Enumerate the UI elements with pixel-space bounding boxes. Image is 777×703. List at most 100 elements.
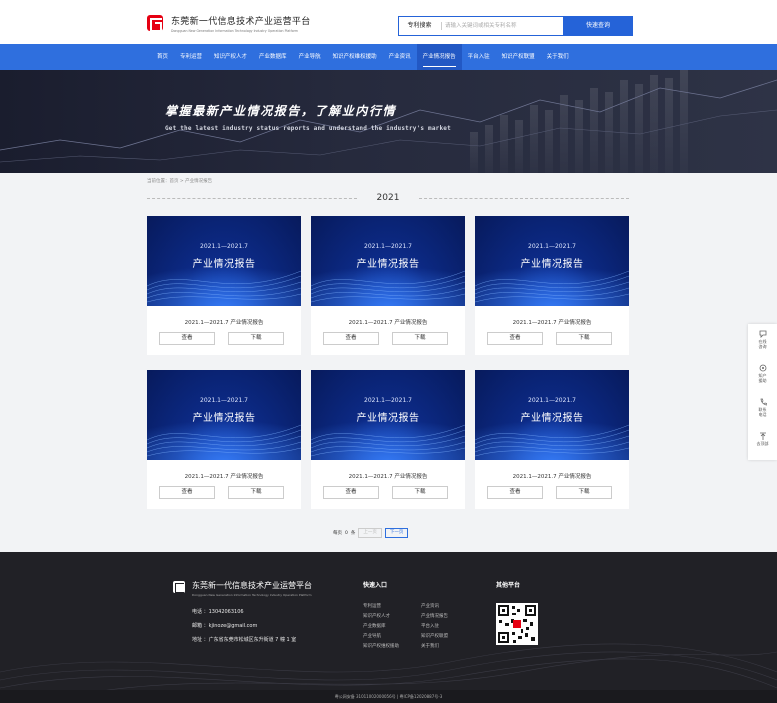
footer-address: 地址 ：广东省东莞市松城区东升街道 7 幢 1 室 [192,637,297,643]
quick-link[interactable]: 产业情况报告 [421,613,448,619]
view-button[interactable]: 查看 [323,486,379,499]
banner-subtitle: Get the latest industry status reports a… [165,125,451,132]
footer-phone: 电话 ：13042063106 [192,609,244,615]
banner: 掌握最新产业情况报告，了解业内行情 Get the latest industr… [0,70,777,173]
nav-item[interactable]: 首页 [151,44,174,70]
report-cover[interactable]: 2021.1—2021.7 产业情况报告 [475,216,629,306]
report-cover[interactable]: 2021.1—2021.7 产业情况报告 [147,216,301,306]
footer-brand-subtitle: Dongguan New Generation Information Tech… [192,593,312,597]
nav-item[interactable]: 知识产权维权援助 [327,44,383,70]
help-icon [759,364,766,372]
copyright: 粤公网安备 31011002000056号 | 粤ICP备12020887号-3 [0,690,777,703]
arrow-up-icon [759,432,766,440]
report-cover[interactable]: 2021.1—2021.7 产业情况报告 [311,370,465,460]
nav-item[interactable]: 产业数据库 [253,44,293,70]
cover-heading: 产业情况报告 [192,413,256,424]
other-platforms-heading: 其他平台 [496,582,521,589]
side-item[interactable]: 联系 电话 [748,392,777,426]
side-item[interactable]: 在线 咨询 [748,324,777,358]
search-category-select[interactable]: 专利搜索 [399,17,440,35]
nav-item[interactable]: 产业导航 [293,44,327,70]
report-card[interactable]: 2021.1—2021.7 产业情况报告 2021.1—2021.7 产业情况报… [311,370,465,509]
report-cover[interactable]: 2021.1—2021.7 产业情况报告 [147,370,301,460]
banner-background-graphic [0,70,777,173]
cover-period: 2021.1—2021.7 [364,243,412,250]
download-button[interactable]: 下载 [556,332,612,345]
pagination: 每页 0 条 上一页 下一页 [333,528,409,538]
view-button[interactable]: 查看 [487,332,543,345]
side-item-label: 在线 咨询 [758,339,767,349]
report-title[interactable]: 2021.1—2021.7 产业情况报告 [311,472,465,480]
report-card[interactable]: 2021.1—2021.7 产业情况报告 2021.1—2021.7 产业情况报… [475,216,629,355]
per-page-unit: 条 [350,531,356,536]
nav-item[interactable]: 专利运营 [174,44,208,70]
download-button[interactable]: 下载 [556,486,612,499]
report-title[interactable]: 2021.1—2021.7 产业情况报告 [147,472,301,480]
year-divider-right [419,198,629,199]
download-button[interactable]: 下载 [392,332,448,345]
report-card[interactable]: 2021.1—2021.7 产业情况报告 2021.1—2021.7 产业情况报… [147,370,301,509]
footer-brand-title: 东莞新一代信息技术产业运营平台 [192,581,312,590]
quick-link[interactable]: 平台入驻 [421,623,439,629]
quick-entry-heading: 快速入口 [363,582,388,589]
per-page-value[interactable]: 0 [345,531,348,536]
nav-items: 首页 专利运营 知识产权人才 产业数据库 产业导航 知识产权维权援助 产业资讯 产业情况报告平… [151,44,575,70]
report-card[interactable]: 2021.1—2021.7 产业情况报告 2021.1—2021.7 产业情况报… [475,370,629,509]
quick-link[interactable]: 知识产权维权援助 [363,643,399,649]
brand[interactable]: 东莞新一代信息技术产业运营平台 Dongguan New Generation … [171,14,311,33]
side-item-label: 去顶部 [756,441,769,446]
report-title[interactable]: 2021.1—2021.7 产业情况报告 [475,318,629,326]
quick-link[interactable]: 专利运营 [363,603,381,609]
nav-item[interactable]: 产业资讯 [383,44,417,70]
quick-link[interactable]: 关于我们 [421,643,439,649]
cover-period: 2021.1—2021.7 [528,397,576,404]
prev-page-button[interactable]: 上一页 [358,528,382,538]
footer-email: 邮箱 ：kjinoze@gmail.com [192,623,258,629]
quick-link[interactable]: 知识产权联盟 [421,633,448,639]
download-button[interactable]: 下载 [228,486,284,499]
report-title[interactable]: 2021.1—2021.7 产业情况报告 [475,472,629,480]
chat-icon [759,330,766,338]
main-nav: 首页 专利运营 知识产权人才 产业数据库 产业导航 知识产权维权援助 产业资讯 产业情况报告平… [0,44,777,70]
report-card[interactable]: 2021.1—2021.7 产业情况报告 2021.1—2021.7 产业情况报… [147,216,301,355]
view-button[interactable]: 查看 [487,486,543,499]
qr-code-icon [498,605,536,643]
quick-link[interactable]: 知识产权人才 [363,613,390,619]
cover-heading: 产业情况报告 [520,259,584,270]
nav-item[interactable]: 知识产权人才 [208,44,253,70]
quick-link[interactable]: 产业导航 [363,633,381,639]
view-button[interactable]: 查看 [159,486,215,499]
search-button[interactable]: 快速查询 [563,16,633,36]
side-item-label: 联系 电话 [758,407,767,417]
search-input[interactable] [445,19,555,33]
download-button[interactable]: 下载 [392,486,448,499]
cover-period: 2021.1—2021.7 [200,397,248,404]
footer-logo-icon [173,581,185,593]
logo-icon[interactable] [147,15,163,32]
nav-item[interactable]: 平台入驻 [462,44,496,70]
next-page-button[interactable]: 下一页 [384,528,409,538]
top-header: 东莞新一代信息技术产业运营平台 Dongguan New Generation … [0,0,777,44]
report-title[interactable]: 2021.1—2021.7 产业情况报告 [147,318,301,326]
cover-heading: 产业情况报告 [192,259,256,270]
cover-heading: 产业情况报告 [356,413,420,424]
report-card[interactable]: 2021.1—2021.7 产业情况报告 2021.1—2021.7 产业情况报… [311,216,465,355]
side-item[interactable]: 知产 援助 [748,358,777,392]
report-title[interactable]: 2021.1—2021.7 产业情况报告 [311,318,465,326]
report-cover[interactable]: 2021.1—2021.7 产业情况报告 [475,370,629,460]
nav-item[interactable]: 知识产权联盟 [496,44,541,70]
view-button[interactable]: 查看 [159,332,215,345]
breadcrumb[interactable]: 当前位置：首页 > 产业情况报告 [147,178,212,184]
quick-link[interactable]: 产业数据库 [363,623,386,629]
report-cover[interactable]: 2021.1—2021.7 产业情况报告 [311,216,465,306]
nav-item[interactable]: 产业情况报告 [416,44,462,70]
nav-item[interactable]: 关于我们 [541,44,575,70]
view-button[interactable]: 查看 [323,332,379,345]
cover-heading: 产业情况报告 [356,259,420,270]
floating-side-bar: 在线 咨询 知产 援助 联系 电话 去顶部 [748,324,777,460]
download-button[interactable]: 下载 [228,332,284,345]
qr-code [496,603,538,645]
quick-link[interactable]: 产业资讯 [421,603,439,609]
brand-title: 东莞新一代信息技术产业运营平台 [171,17,311,27]
side-item[interactable]: 去顶部 [748,426,777,460]
